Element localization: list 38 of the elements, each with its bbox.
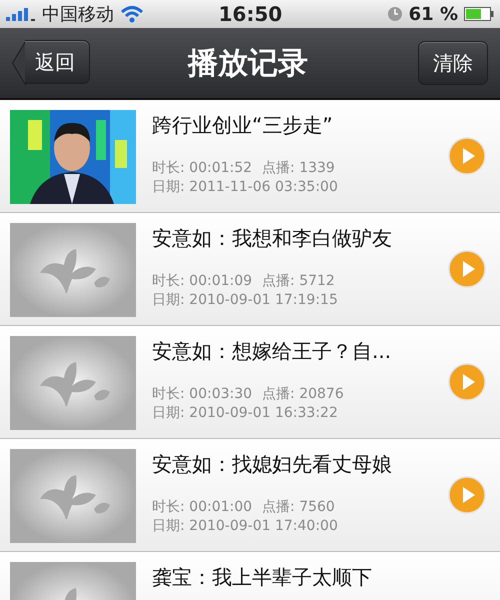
record-row[interactable]: 安意如：想嫁给王子？自... 时长: 00:03:30 点播: 20876 日期: 2010-09-01 16:33:22 [0,326,500,439]
play-icon[interactable] [448,136,486,174]
record-title: 跨行业创业“三步走” [152,112,334,139]
record-row[interactable]: 跨行业创业“三步走” 时长: 00:01:52 点播: 1339 日期: 2011-11-06 03:35:00 [0,100,500,213]
record-date: 日期: 2010-09-01 17:40:00 [152,517,339,536]
play-icon[interactable] [448,250,486,288]
play-icon[interactable] [448,362,486,400]
record-date: 日期: 2010-09-01 17:19:15 [152,291,339,310]
record-row[interactable]: 安意如：我想和李白做驴友 时长: 00:01:09 点播: 5712 日期: 2010-09-01 17:19:15 [0,213,500,326]
thumbnail-placeholder-icon [10,223,136,317]
record-date: 日期: 2011-11-06 03:35:00 [152,178,339,197]
clock-time: 16:50 [217,2,284,26]
record-date: 日期: 2010-09-01 16:33:22 [152,404,339,423]
record-row[interactable]: 安意如：找媳妇先看丈母娘 时长: 00:01:00 点播: 7560 日期: 2010-09-01 17:40:00 [0,439,500,552]
record-title: 龚宝：我上半辈子太顺下 [152,564,373,591]
page-title: 播放记录 [188,44,308,82]
clear-button[interactable]: 清除 [418,41,488,85]
clock-icon [386,6,403,22]
record-plays: 点播: 1339 [262,159,335,178]
record-duration: 时长: 00:01:52 [152,159,252,178]
thumbnail-placeholder-icon [10,336,136,430]
thumbnail-placeholder-icon [10,449,136,543]
record-plays: 点播: 20876 [262,385,344,404]
battery-percent: 61 % [408,4,458,24]
record-plays: 点播: 7560 [262,498,335,517]
play-icon[interactable] [448,476,486,514]
record-duration: 时长: 00:01:00 [152,498,252,517]
record-duration: 时长: 00:01:09 [152,272,252,291]
record-duration: 时长: 00:03:30 [152,385,252,404]
battery-icon [464,7,494,21]
record-row[interactable]: 龚宝：我上半辈子太顺下 [0,552,500,600]
carrier-name: 中国移动 [42,3,114,26]
record-title: 安意如：找媳妇先看丈母娘 [152,451,393,478]
wifi-icon [120,5,144,23]
record-title: 安意如：我想和李白做驴友 [152,225,393,252]
record-plays: 点播: 5712 [262,272,335,291]
signal-icon [6,7,36,21]
record-title: 安意如：想嫁给王子？自... [152,338,392,365]
